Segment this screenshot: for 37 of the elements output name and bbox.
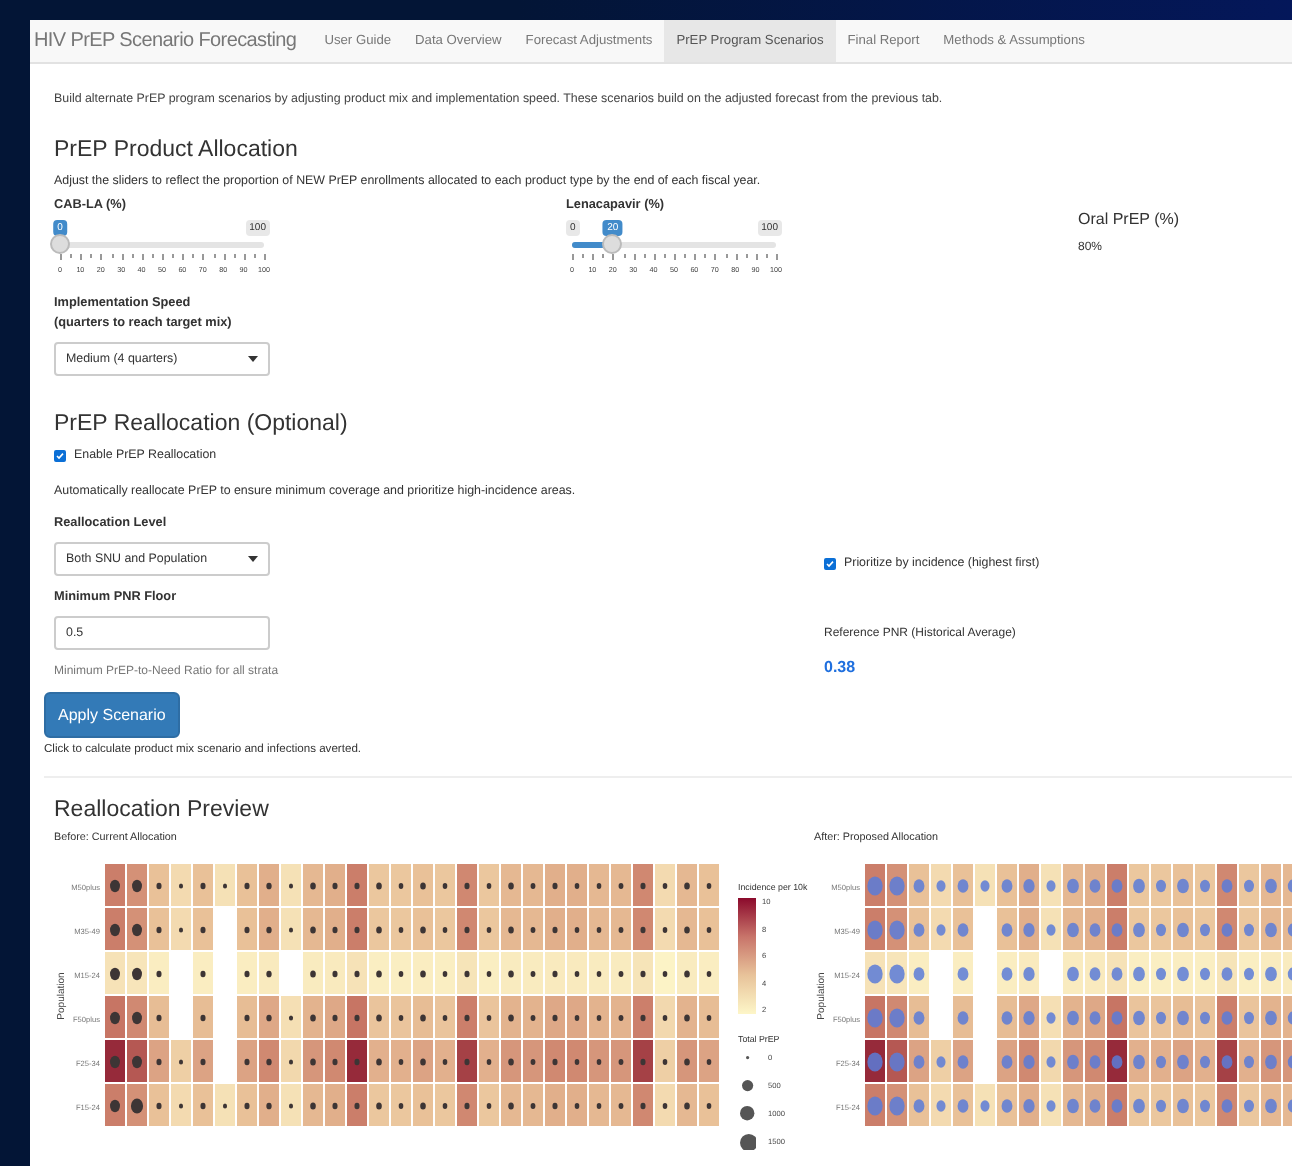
field-value: 0.38 [824, 658, 858, 676]
slider-thumb[interactable] [602, 234, 623, 254]
tick-mark [253, 254, 256, 258]
checkbox[interactable] [824, 557, 836, 569]
section-title: Reallocation Preview [54, 798, 269, 822]
tick-mark [162, 254, 164, 260]
tick-mark [60, 254, 62, 260]
tick-mark [243, 254, 246, 260]
tick-mark [653, 254, 656, 260]
color-scale [738, 898, 756, 1014]
caret-icon [248, 556, 258, 562]
tick-mark [755, 254, 758, 260]
tick-mark [765, 254, 768, 258]
tick-mark [80, 254, 83, 260]
size-legend-icon [742, 1080, 754, 1092]
tick-mark [592, 254, 595, 260]
slider-thumb[interactable] [50, 234, 70, 254]
tick-mark [684, 254, 687, 258]
tick-mark [694, 254, 697, 260]
app-title: HIV PrEP Scenario Forecasting [32, 28, 299, 56]
field-label: Oral PrEP (%) [1078, 210, 1182, 228]
tick-mark [172, 254, 175, 258]
tick-mark [182, 254, 185, 260]
tick-mark [572, 254, 574, 260]
caret-icon [248, 356, 258, 362]
tick-mark [151, 254, 154, 258]
section-title: PrEP Reallocation (Optional) [54, 412, 348, 436]
checkbox[interactable] [54, 449, 66, 461]
tick-mark [663, 254, 666, 258]
tick-mark [776, 254, 778, 260]
apply-scenario-button[interactable]: Apply Scenario [44, 692, 180, 738]
tick-mark [264, 254, 266, 260]
tick-mark [141, 254, 144, 260]
tick-mark [674, 254, 676, 260]
section-title: PrEP Product Allocation [54, 138, 298, 162]
tick-mark [70, 254, 73, 258]
tick-mark [582, 254, 585, 258]
